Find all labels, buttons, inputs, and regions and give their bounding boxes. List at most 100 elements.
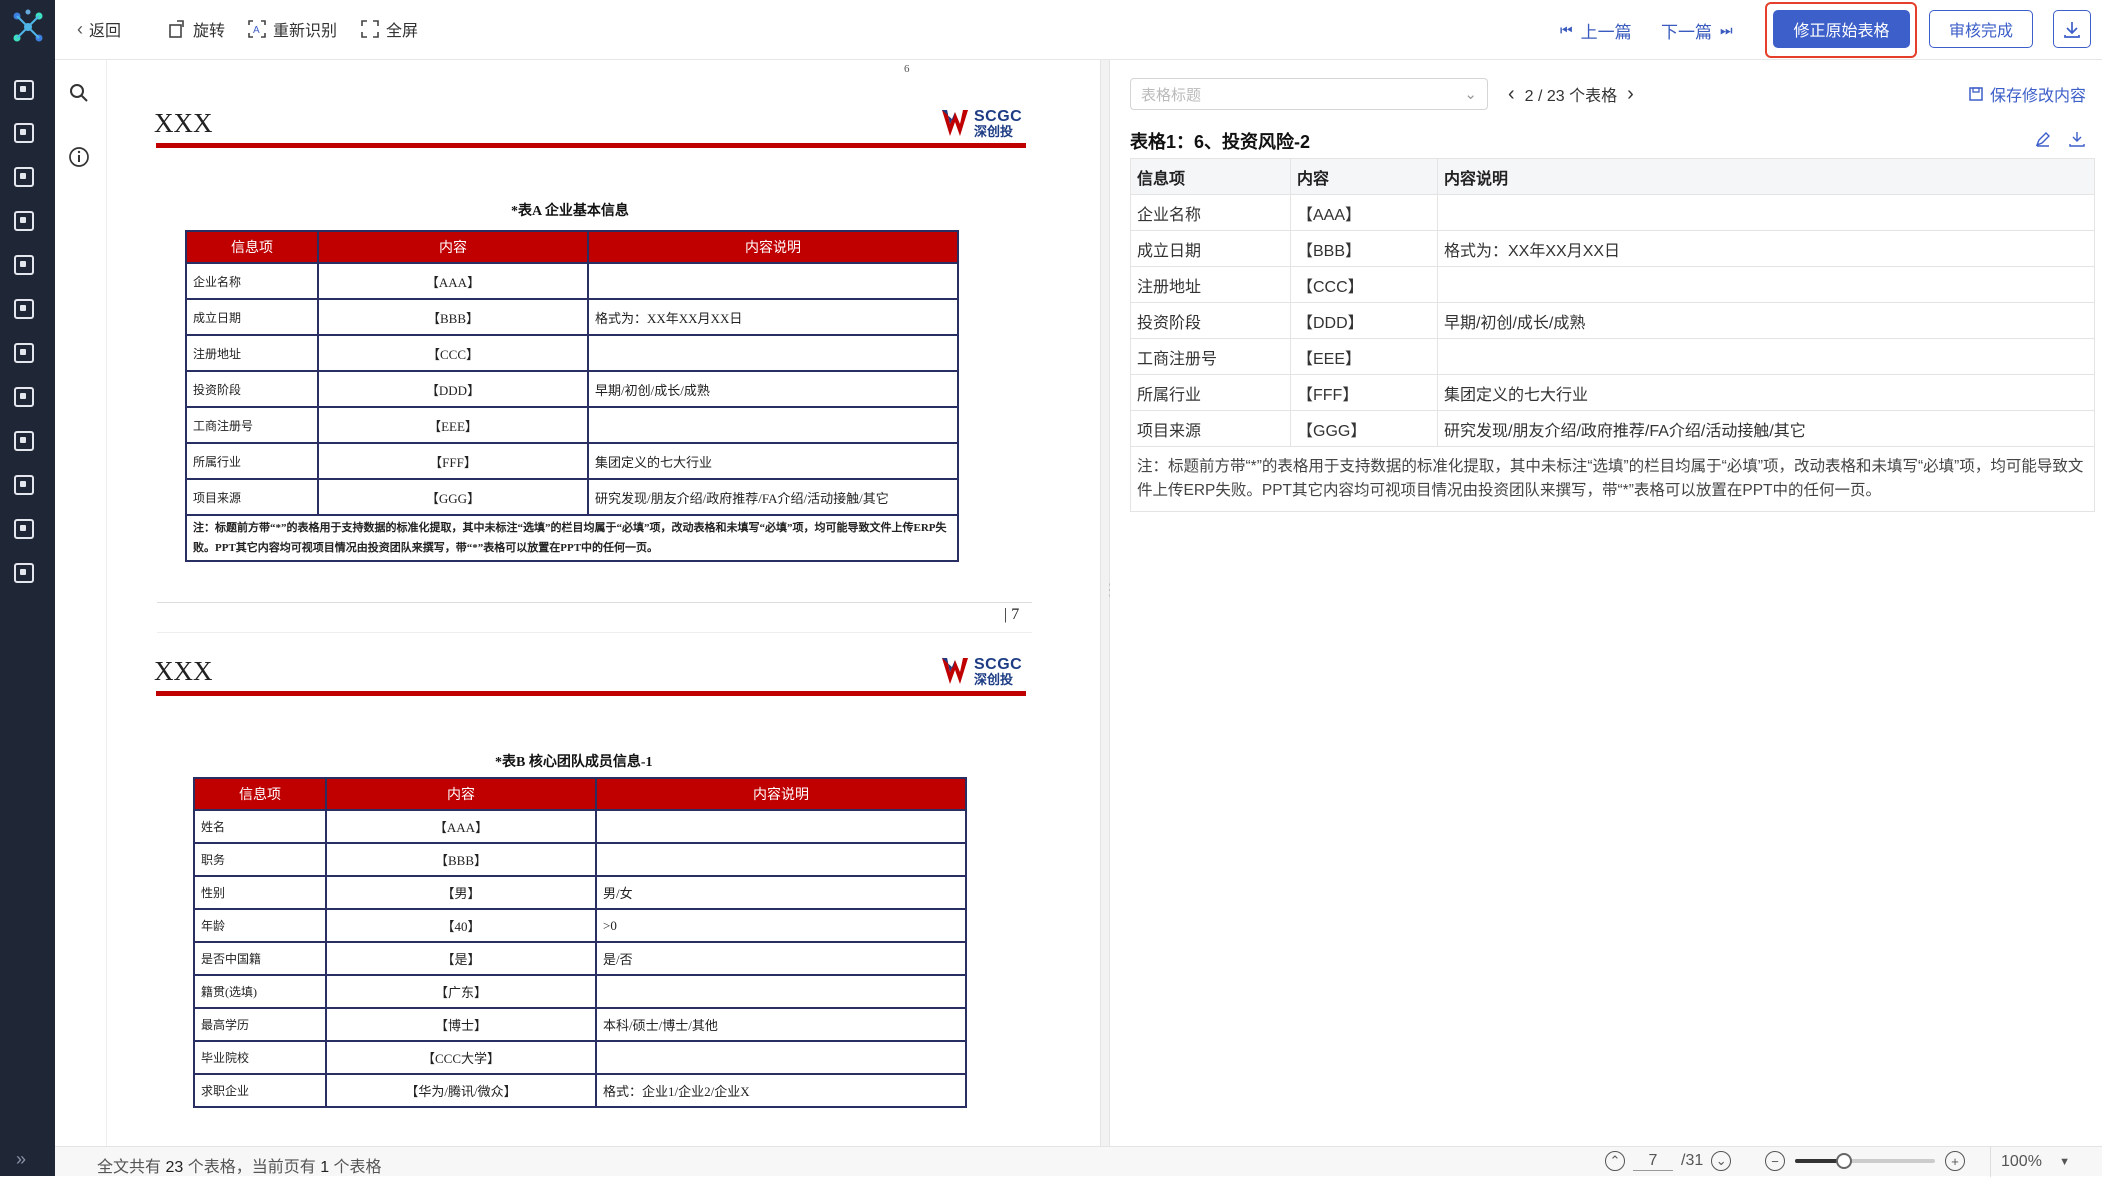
editable-cell[interactable]: 【GGG】 <box>1290 410 1438 447</box>
page-gap <box>157 632 1032 633</box>
save-icon <box>1969 87 1983 101</box>
nav-photo-icon[interactable] <box>14 299 34 319</box>
skip-forward-icon: ⏭ <box>1720 22 1733 38</box>
zoom-slider-knob[interactable] <box>1836 1153 1852 1169</box>
ocr-icon: A <box>248 20 266 38</box>
fullscreen-label: 全屏 <box>386 23 419 40</box>
editable-cell[interactable]: 【AAA】 <box>1290 194 1438 231</box>
nav-doc-icon[interactable] <box>14 80 34 100</box>
app-logo-icon[interactable] <box>7 6 49 48</box>
nav-text-icon[interactable] <box>14 255 34 275</box>
table-a-caption: *表A 企业基本信息 <box>511 204 629 219</box>
zoom-out-icon[interactable]: − <box>1765 1151 1785 1171</box>
editable-cell[interactable]: 早期/初创/成长/成熟 <box>1437 302 2095 339</box>
editable-cell[interactable]: 集团定义的七大行业 <box>1437 374 2095 411</box>
nav-chart-icon[interactable] <box>14 387 34 407</box>
download-button[interactable] <box>2053 10 2091 48</box>
search-icon[interactable] <box>66 80 92 106</box>
doc-table-a: 信息项 内容 内容说明 企业名称 【AAA】 成立日期 【BBB】 格式为：XX年XX月XX… <box>185 230 959 562</box>
editable-cell[interactable] <box>1437 338 2095 375</box>
status-mid: 个表格，当前页有 <box>187 1159 316 1176</box>
header-cell: 内容 <box>1290 158 1438 195</box>
viewer-tools <box>55 60 107 1146</box>
header-cell: 内容说明 <box>587 230 959 264</box>
editable-cell[interactable]: 投资阶段 <box>1130 302 1291 339</box>
table-cell: 【CCC】 <box>317 334 589 372</box>
table-note[interactable]: 注：标题前方带“*”的表格用于支持数据的标准化提取，其中未标注“选填”的栏目均属… <box>1130 446 2095 512</box>
save-changes-button[interactable]: 保存修改内容 <box>1968 82 2086 106</box>
reocr-button[interactable]: A 重新识别 <box>247 16 337 42</box>
table-cell: 工商注册号 <box>185 406 319 444</box>
doc-table-b: 信息项 内容 内容说明 姓名 【AAA】 职务 【BBB】 性别 【男】 男/女 年龄 【40】 >0… <box>193 777 967 1108</box>
zoom-select[interactable]: 100% ▼ <box>1990 1147 2080 1177</box>
nav-shield-icon[interactable] <box>14 519 34 539</box>
table-header-row: 信息项 内容 内容说明 <box>193 777 967 811</box>
table-row: 企业名称 【AAA】 <box>1130 194 2095 231</box>
table-cell: 【广东】 <box>325 974 597 1009</box>
nav-record-icon[interactable] <box>14 211 34 231</box>
fullscreen-button[interactable]: 全屏 <box>360 16 418 42</box>
table-title-select[interactable]: 表格标题 ⌄ <box>1130 78 1488 110</box>
editable-cell[interactable]: 【DDD】 <box>1290 302 1438 339</box>
table-cell: 【是】 <box>325 941 597 976</box>
table-cell: 最高学历 <box>193 1007 327 1042</box>
table-cell <box>595 809 967 844</box>
chevron-down-icon: ⌄ <box>1464 86 1477 103</box>
total-table-count: 23 <box>165 1159 184 1176</box>
page-input[interactable]: 7 <box>1633 1152 1673 1171</box>
editable-cell[interactable]: 企业名称 <box>1130 194 1291 231</box>
rotate-button[interactable]: 旋转 <box>167 16 225 42</box>
nav-edit-icon[interactable] <box>14 343 34 363</box>
prev-doc-button[interactable]: ⏮ 上一篇 <box>1560 18 1632 43</box>
editable-cell[interactable]: 注册地址 <box>1130 266 1291 303</box>
audit-complete-button[interactable]: 审核完成 <box>1929 10 2033 48</box>
editable-cell[interactable]: 【EEE】 <box>1290 338 1438 375</box>
zoom-slider[interactable] <box>1795 1153 1935 1169</box>
next-doc-button[interactable]: 下一篇 ⏭ <box>1661 18 1733 43</box>
info-icon[interactable] <box>66 144 92 170</box>
editable-cell[interactable]: 【BBB】 <box>1290 230 1438 267</box>
editable-cell[interactable]: 【FFF】 <box>1290 374 1438 411</box>
editable-cell[interactable]: 【CCC】 <box>1290 266 1438 303</box>
table-row: 年龄 【40】 >0 <box>193 908 967 943</box>
logo-en-2: SCGC <box>974 655 1023 673</box>
expand-nav-icon[interactable]: » <box>16 1149 26 1170</box>
status-suffix: 个表格 <box>333 1159 382 1176</box>
editable-cell[interactable]: 格式为：XX年XX月XX日 <box>1437 230 2095 267</box>
document-preview[interactable]: 6 XXX SCGC 深创投 *表A 企业基本信息 信息项 内容 内容说明 企业名称… <box>107 60 1100 1146</box>
table-cell: 企业名称 <box>185 262 319 300</box>
page-up-icon[interactable]: ⌃ <box>1605 1151 1625 1171</box>
table-row: 工商注册号 【EEE】 <box>1130 338 2095 375</box>
table-cell <box>595 974 967 1009</box>
edit-icon[interactable] <box>2034 130 2052 148</box>
editable-cell[interactable]: 研究发现/朋友介绍/政府推荐/FA介绍/活动接触/其它 <box>1437 410 2095 447</box>
table-row: 项目来源 【GGG】 研究发现/朋友介绍/政府推荐/FA介绍/活动接触/其它 <box>185 478 959 516</box>
editable-cell[interactable]: 成立日期 <box>1130 230 1291 267</box>
back-button[interactable]: ‹ 返回 <box>77 16 121 42</box>
editable-cell[interactable]: 所属行业 <box>1130 374 1291 411</box>
editable-cell[interactable]: 项目来源 <box>1130 410 1291 447</box>
table-cell: 职务 <box>193 842 327 877</box>
export-icon[interactable] <box>2068 130 2086 148</box>
table-cell: 是否中国籍 <box>193 941 327 976</box>
nav-book-icon[interactable] <box>14 431 34 451</box>
caret-down-icon: ▼ <box>2059 1156 2070 1168</box>
fix-original-table-button[interactable]: 修正原始表格 <box>1773 10 1910 48</box>
nav-file-icon[interactable] <box>14 123 34 143</box>
zoom-value: 100% <box>2001 1153 2042 1170</box>
nav-settings-icon[interactable] <box>14 563 34 583</box>
editable-cell[interactable] <box>1437 194 2095 231</box>
table-b-caption: *表B 核心团队成员信息-1 <box>495 755 653 770</box>
nav-group-icon[interactable] <box>14 167 34 187</box>
next-table-icon[interactable]: › <box>1627 83 1634 106</box>
page-down-icon[interactable]: ⌄ <box>1711 1151 1732 1171</box>
editable-cell[interactable]: 工商注册号 <box>1130 338 1291 375</box>
table-cell: 男/女 <box>595 875 967 910</box>
table-cell: 【博士】 <box>325 1007 597 1042</box>
zoom-in-icon[interactable]: + <box>1945 1151 1965 1171</box>
pane-splitter[interactable] <box>1100 60 1118 1146</box>
editable-cell[interactable] <box>1437 266 2095 303</box>
prev-table-icon[interactable]: ‹ <box>1508 83 1515 106</box>
table-row: 求职企业 【华为/腾讯/微众】 格式：企业1/企业2/企业X <box>193 1073 967 1108</box>
nav-table-icon[interactable] <box>14 475 34 495</box>
